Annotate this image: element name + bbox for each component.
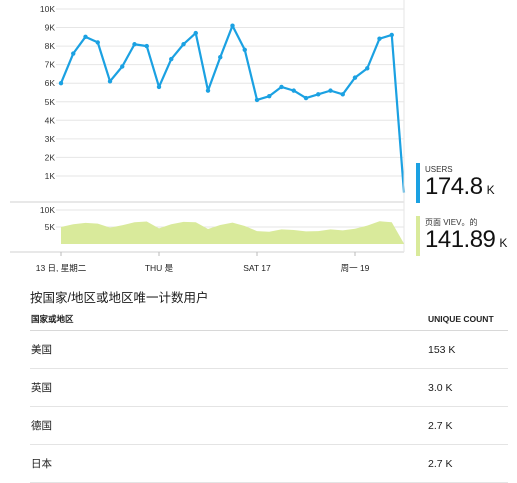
users-data-point[interactable] bbox=[83, 34, 88, 40]
pageviews-color-bar bbox=[416, 216, 420, 256]
y-tick-label: 2K bbox=[45, 152, 56, 162]
users-data-point[interactable] bbox=[58, 81, 64, 86]
pageviews-series-area bbox=[61, 221, 404, 244]
count-cell: 153 K bbox=[424, 330, 508, 369]
table-row[interactable]: 日本 2.7 K bbox=[30, 444, 508, 483]
count-cell: 2.7 K bbox=[424, 406, 508, 445]
users-data-point[interactable] bbox=[181, 42, 186, 47]
table-row[interactable]: 美国 153 K bbox=[30, 330, 508, 369]
users-data-point[interactable] bbox=[316, 92, 321, 97]
pageviews-chart-series bbox=[61, 221, 404, 244]
users-chart-y-ticks: 10K 9K 8K 7K 6K 5K 4K 3K 2K 1K bbox=[40, 4, 55, 181]
users-data-point[interactable] bbox=[218, 55, 223, 60]
country-cell: 德国 bbox=[30, 406, 424, 445]
x-tick-label: 周一 19 bbox=[341, 263, 370, 273]
users-data-point[interactable] bbox=[71, 51, 76, 56]
y-tick-label: 7K bbox=[45, 60, 56, 70]
column-header-unique-count[interactable]: UNIQUE COUNT bbox=[424, 308, 508, 331]
country-table: 国家或地区 UNIQUE COUNT 美国 153 K 英国 3.0 K 德国 … bbox=[30, 308, 508, 483]
users-data-point[interactable] bbox=[377, 36, 382, 41]
y-tick-label: 5K bbox=[45, 222, 56, 232]
users-metric-tile[interactable]: USERS 174.8 K bbox=[416, 163, 516, 203]
users-value-text: 174.8 bbox=[425, 173, 483, 200]
users-metric-value: 174.8 K bbox=[425, 173, 495, 201]
x-tick-label: THU 是 bbox=[145, 263, 174, 273]
y-tick-label: 10K bbox=[40, 4, 55, 14]
users-data-point[interactable] bbox=[352, 75, 358, 80]
x-axis-labels: 13 日, 星期二 THU 是 SAT 17 周一 19 bbox=[36, 252, 370, 273]
users-color-bar bbox=[416, 163, 420, 203]
users-data-point[interactable] bbox=[328, 88, 333, 93]
count-cell: 2.7 K bbox=[424, 444, 508, 483]
users-data-point[interactable] bbox=[205, 88, 211, 93]
y-tick-label: 4K bbox=[45, 115, 56, 125]
column-header-country[interactable]: 国家或地区 bbox=[30, 308, 424, 331]
pageviews-metric-value: 141.89 K bbox=[425, 226, 507, 254]
users-data-point[interactable] bbox=[193, 30, 198, 36]
users-unit: K bbox=[486, 183, 495, 197]
country-cell: 英国 bbox=[30, 368, 424, 407]
users-data-point[interactable] bbox=[340, 92, 345, 97]
y-tick-label: 1K bbox=[45, 171, 56, 181]
country-cell: 美国 bbox=[30, 330, 424, 369]
users-data-point[interactable] bbox=[303, 95, 309, 101]
y-tick-label: 5K bbox=[45, 97, 56, 107]
users-data-point[interactable] bbox=[254, 97, 260, 103]
users-data-point[interactable] bbox=[230, 23, 235, 28]
pageviews-unit: K bbox=[499, 236, 507, 250]
users-data-point[interactable] bbox=[132, 42, 137, 47]
x-tick-label: 13 日, 星期二 bbox=[36, 263, 87, 273]
pageviews-value-text: 141.89 bbox=[425, 226, 496, 253]
pageviews-chart-y-ticks: 10K 5K bbox=[40, 205, 55, 232]
y-tick-label: 10K bbox=[40, 205, 55, 215]
table-header-row: 国家或地区 UNIQUE COUNT bbox=[30, 308, 508, 331]
users-chart-series bbox=[58, 23, 406, 193]
y-tick-label: 3K bbox=[45, 134, 56, 144]
count-cell: 3.0 K bbox=[424, 368, 508, 407]
users-data-point[interactable] bbox=[169, 56, 174, 62]
users-data-point[interactable] bbox=[267, 93, 272, 99]
users-data-point[interactable] bbox=[365, 66, 370, 71]
users-data-point[interactable] bbox=[144, 43, 149, 49]
users-data-point[interactable] bbox=[120, 64, 125, 69]
section-title: 按国家/地区或地区唯一计数用户 bbox=[30, 291, 209, 305]
users-data-point[interactable] bbox=[156, 84, 162, 90]
y-tick-label: 6K bbox=[45, 78, 56, 88]
pageviews-chart-gridlines bbox=[10, 0, 405, 253]
users-data-point[interactable] bbox=[389, 32, 394, 38]
table-row[interactable]: 英国 3.0 K bbox=[30, 368, 508, 407]
users-data-point[interactable] bbox=[291, 88, 296, 93]
pageviews-metric-tile[interactable]: 页面 VIEV。的 141.89 K bbox=[416, 216, 516, 256]
users-data-point[interactable] bbox=[95, 40, 100, 45]
y-tick-label: 8K bbox=[45, 41, 56, 51]
users-data-point[interactable] bbox=[107, 79, 113, 84]
users-data-point[interactable] bbox=[279, 84, 284, 90]
y-tick-label: 9K bbox=[45, 23, 56, 33]
users-data-point[interactable] bbox=[242, 47, 247, 53]
table-row[interactable]: 德国 2.7 K bbox=[30, 406, 508, 445]
users-series-line bbox=[59, 24, 406, 193]
country-cell: 日本 bbox=[30, 444, 424, 483]
x-tick-label: SAT 17 bbox=[243, 263, 271, 273]
